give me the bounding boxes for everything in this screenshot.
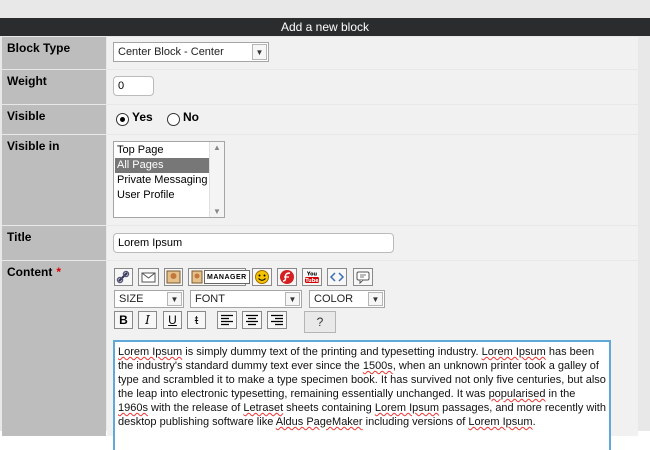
align-center-icon — [246, 314, 258, 326]
image-icon — [166, 270, 181, 284]
italic-button[interactable]: I — [138, 311, 157, 329]
editor-text-segment: popularised — [488, 388, 546, 400]
listbox-scrollbar[interactable]: ▲ ▼ — [209, 142, 224, 217]
editor-text-segment: Letraset — [243, 402, 284, 414]
editor-text-segment: Lorem Ipsum — [481, 346, 546, 358]
smiley-button[interactable] — [252, 268, 272, 286]
editor-text-segment: Aldus PageMaker — [275, 416, 363, 428]
size-select[interactable]: SIZE ▼ — [114, 290, 184, 308]
content-label: Content * — [2, 261, 106, 436]
add-block-form: Add a new block Block Type Center Block … — [0, 0, 650, 450]
list-item[interactable]: User Profile — [115, 188, 210, 203]
youtube-button[interactable]: You Tube — [302, 268, 322, 286]
visible-yes-label: Yes — [132, 110, 153, 124]
link-button[interactable] — [114, 268, 133, 286]
align-left-button[interactable] — [217, 311, 237, 329]
editor-text-segment: 1500s — [362, 360, 393, 372]
svg-text:You: You — [306, 272, 318, 278]
weight-row: Weight 0 — [0, 70, 638, 104]
email-button[interactable] — [138, 268, 159, 286]
editor-text-segment: . — [532, 416, 536, 428]
manager-label: MANAGER — [204, 270, 250, 284]
code-icon — [329, 272, 345, 282]
image-manager-button[interactable]: MANAGER — [188, 268, 250, 286]
title-input[interactable]: Lorem Ipsum — [113, 233, 394, 253]
visible-in-listbox[interactable]: Top Page All Pages Private Messaging Use… — [113, 141, 225, 218]
visible-in-label: Visible in — [2, 135, 106, 225]
title-row: Title Lorem Ipsum — [0, 226, 638, 260]
visible-row: Visible Yes No — [0, 105, 638, 134]
list-item[interactable]: Private Messaging — [115, 173, 210, 188]
envelope-icon — [141, 272, 156, 283]
chevron-down-icon: ▼ — [213, 207, 221, 216]
align-right-icon — [271, 314, 283, 326]
block-type-select[interactable]: Center Block - Center ▼ — [113, 42, 269, 62]
font-select[interactable]: FONT ▼ — [190, 290, 302, 308]
required-marker: * — [56, 265, 61, 279]
list-item[interactable]: All Pages — [115, 158, 210, 173]
flash-icon — [280, 270, 294, 284]
chevron-down-icon: ▼ — [368, 292, 383, 306]
block-type-label: Block Type — [2, 37, 106, 69]
editor-text-segment: 1960s — [118, 402, 148, 414]
visible-yes-radio[interactable] — [116, 113, 129, 126]
align-right-button[interactable] — [267, 311, 287, 329]
editor-text-segment: is simply dummy text of the printing and… — [182, 346, 482, 358]
help-button[interactable]: ? — [304, 311, 336, 333]
smiley-icon — [255, 270, 269, 284]
editor-text-segment: in the — [545, 388, 576, 400]
chevron-down-icon: ▼ — [285, 292, 300, 306]
code-button[interactable] — [327, 268, 347, 286]
weight-label: Weight — [2, 70, 106, 104]
quote-button[interactable] — [353, 268, 373, 286]
visible-in-row: Visible in Top Page All Pages Private Me… — [0, 135, 638, 225]
svg-text:Tube: Tube — [305, 278, 319, 284]
link-icon — [116, 270, 130, 284]
chevron-down-icon: ▼ — [167, 292, 182, 306]
flash-button[interactable] — [277, 268, 297, 286]
content-textarea[interactable]: Lorem Ipsum is simply dummy text of the … — [113, 340, 611, 450]
align-left-icon — [221, 314, 233, 326]
color-select[interactable]: COLOR ▼ — [309, 290, 385, 308]
title-label: Title — [2, 226, 106, 260]
underline-button[interactable]: U — [163, 311, 182, 329]
strikethrough-button[interactable]: t — [187, 311, 206, 329]
visible-no-label: No — [183, 110, 199, 124]
editor-text-segment: Lorem Ipsum — [374, 402, 440, 414]
image-icon — [191, 270, 203, 284]
form-header: Add a new block — [0, 18, 650, 36]
editor-text-segment: sheets containing — [283, 402, 375, 414]
editor-text-segment: including versions of — [362, 416, 469, 428]
chevron-up-icon: ▲ — [213, 143, 221, 152]
editor-text-segment: Lorem Ipsum — [468, 416, 533, 428]
quote-icon — [356, 271, 370, 285]
editor-text-segment: with the release of — [147, 402, 244, 414]
chevron-down-icon: ▼ — [252, 44, 267, 60]
weight-input[interactable]: 0 — [113, 76, 154, 96]
list-item[interactable]: Top Page — [115, 143, 210, 158]
bold-button[interactable]: B — [114, 311, 133, 329]
image-button[interactable] — [164, 268, 183, 286]
editor-text-segment: Lorem Ipsum — [118, 346, 183, 358]
youtube-icon: You Tube — [305, 272, 319, 284]
visible-label: Visible — [2, 105, 106, 134]
align-center-button[interactable] — [242, 311, 262, 329]
block-type-row: Block Type Center Block - Center ▼ — [0, 37, 638, 69]
visible-no-radio[interactable] — [167, 113, 180, 126]
